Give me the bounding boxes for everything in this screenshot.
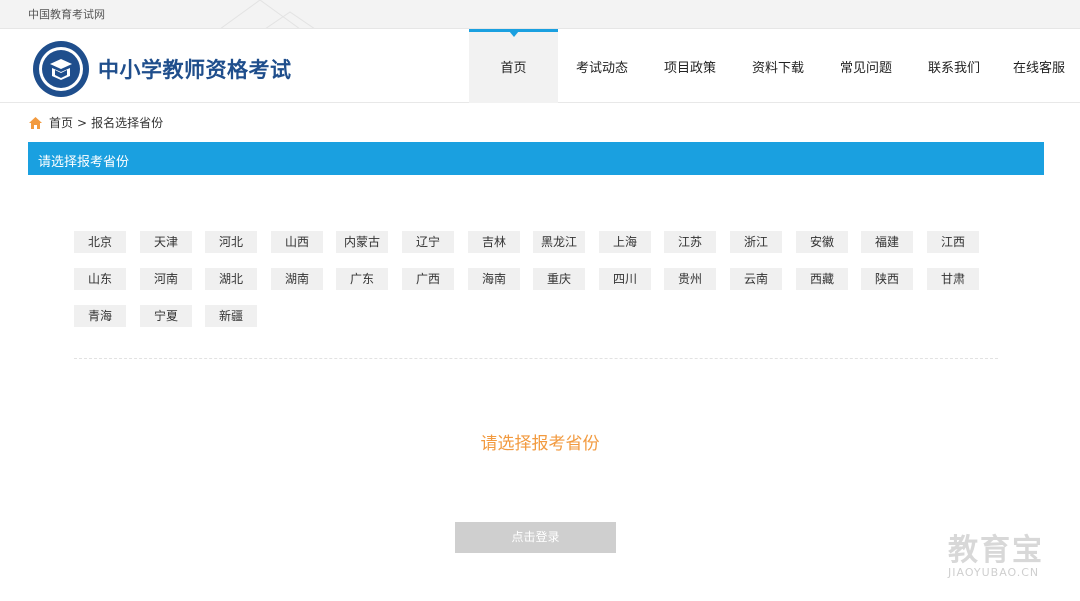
breadcrumb-separator: > — [77, 115, 88, 130]
nav-item-faq[interactable]: 常见问题 — [822, 29, 910, 103]
breadcrumb-home-link[interactable]: 首页 — [49, 114, 73, 131]
province-button[interactable]: 天津 — [140, 231, 192, 253]
province-button[interactable]: 湖北 — [205, 268, 257, 290]
divider — [74, 358, 998, 359]
nav-item-label: 资料下载 — [751, 61, 804, 76]
decorative-mountain-graphic — [220, 0, 315, 28]
select-province-prompt: 请选择报考省份 — [480, 434, 600, 454]
province-button[interactable]: 北京 — [74, 231, 126, 253]
breadcrumb: 首页 > 报名选择省份 — [28, 114, 163, 131]
watermark-en: JIAOYUBAO.CN — [948, 566, 1040, 579]
province-button[interactable]: 江西 — [927, 231, 979, 253]
nav-item-policy[interactable]: 项目政策 — [646, 29, 734, 103]
watermark-logo: 教育宝 JIAOYUBAO.CN — [945, 525, 1060, 580]
province-button[interactable]: 新疆 — [205, 305, 257, 327]
province-button[interactable]: 浙江 — [730, 231, 782, 253]
province-button[interactable]: 甘肃 — [927, 268, 979, 290]
nav-item-home[interactable]: 首页 — [469, 29, 558, 103]
province-button[interactable]: 青海 — [74, 305, 126, 327]
logo-emblem-icon[interactable] — [32, 40, 90, 98]
province-button[interactable]: 陕西 — [861, 268, 913, 290]
province-button[interactable]: 河北 — [205, 231, 257, 253]
nav-item-label: 常见问题 — [839, 61, 892, 76]
province-button[interactable]: 湖南 — [271, 268, 323, 290]
province-button[interactable]: 四川 — [599, 268, 651, 290]
nav-item-contact[interactable]: 联系我们 — [910, 29, 998, 103]
nav-item-exam-news[interactable]: 考试动态 — [558, 29, 646, 103]
nav-item-label: 联系我们 — [927, 61, 980, 76]
province-button[interactable]: 宁夏 — [140, 305, 192, 327]
watermark-cn: 教育宝 — [948, 533, 1044, 568]
province-button[interactable]: 福建 — [861, 231, 913, 253]
login-button[interactable]: 点击登录 — [455, 522, 616, 553]
header: 中小学教师资格考试 首页 考试动态 项目政策 资料下载 常见问题 联系我们 在线… — [0, 29, 1080, 103]
section-header-bar: 请选择报考省份 — [28, 142, 1044, 175]
province-button[interactable]: 安徽 — [796, 231, 848, 253]
province-button[interactable]: 海南 — [468, 268, 520, 290]
site-title[interactable]: 中小学教师资格考试 — [98, 54, 292, 84]
section-title: 请选择报考省份 — [38, 155, 130, 170]
active-caret-icon — [508, 31, 519, 37]
nav-item-label: 在线客服 — [1012, 61, 1065, 76]
nav-item-label: 首页 — [500, 61, 527, 76]
province-button[interactable]: 重庆 — [533, 268, 585, 290]
province-button[interactable]: 江苏 — [664, 231, 716, 253]
province-button[interactable]: 山西 — [271, 231, 323, 253]
province-button[interactable]: 云南 — [730, 268, 782, 290]
nav-item-downloads[interactable]: 资料下载 — [734, 29, 822, 103]
province-button[interactable]: 黑龙江 — [533, 231, 585, 253]
province-button[interactable]: 广东 — [336, 268, 388, 290]
breadcrumb-current: 报名选择省份 — [91, 116, 164, 130]
province-button[interactable]: 贵州 — [664, 268, 716, 290]
province-button[interactable]: 吉林 — [468, 231, 520, 253]
province-button[interactable]: 内蒙古 — [336, 231, 388, 253]
province-button[interactable]: 广西 — [402, 268, 454, 290]
province-button[interactable]: 西藏 — [796, 268, 848, 290]
nav-item-label: 项目政策 — [663, 61, 716, 76]
nav-item-label: 考试动态 — [575, 61, 628, 76]
province-button[interactable]: 山东 — [74, 268, 126, 290]
province-button[interactable]: 辽宁 — [402, 231, 454, 253]
top-bar: 中国教育考试网 — [0, 0, 1080, 29]
home-icon[interactable] — [28, 116, 43, 130]
nav-item-online-service[interactable]: 在线客服 — [998, 29, 1080, 103]
site-name: 中国教育考试网 — [28, 8, 105, 21]
province-button[interactable]: 河南 — [140, 268, 192, 290]
province-button[interactable]: 上海 — [599, 231, 651, 253]
